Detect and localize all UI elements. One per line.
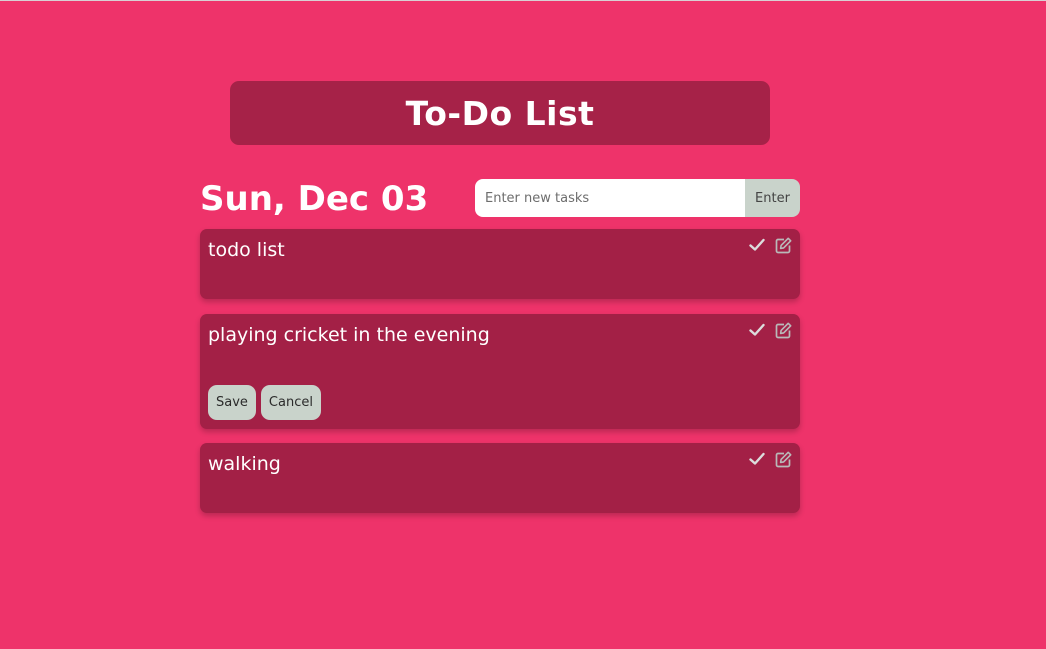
header-bar: To-Do List — [230, 81, 770, 145]
edit-icon[interactable] — [774, 321, 792, 339]
edit-icon[interactable] — [774, 450, 792, 468]
check-icon[interactable] — [748, 236, 766, 254]
task-text[interactable]: playing cricket in the evening — [208, 322, 490, 348]
task-actions — [748, 236, 792, 254]
edit-actions: Save Cancel — [208, 385, 321, 420]
task-item: todo list — [200, 229, 800, 299]
task-text: walking — [208, 453, 281, 475]
task-text: todo list — [208, 239, 285, 261]
new-task-input[interactable] — [475, 179, 745, 217]
current-date: Sun, Dec 03 — [200, 179, 429, 219]
task-actions — [748, 450, 792, 468]
new-task-form: Enter — [475, 179, 800, 217]
todo-app: To-Do List Sun, Dec 03 Enter todo list p… — [0, 0, 1046, 649]
task-item: walking — [200, 443, 800, 513]
page-title: To-Do List — [405, 93, 595, 133]
task-item-editing: playing cricket in the evening Save Canc… — [200, 314, 800, 429]
check-icon[interactable] — [748, 450, 766, 468]
check-icon[interactable] — [748, 321, 766, 339]
save-button[interactable]: Save — [208, 385, 256, 420]
edit-icon[interactable] — [774, 236, 792, 254]
cancel-button[interactable]: Cancel — [260, 385, 321, 420]
task-actions — [748, 321, 792, 339]
enter-button[interactable]: Enter — [745, 179, 800, 217]
